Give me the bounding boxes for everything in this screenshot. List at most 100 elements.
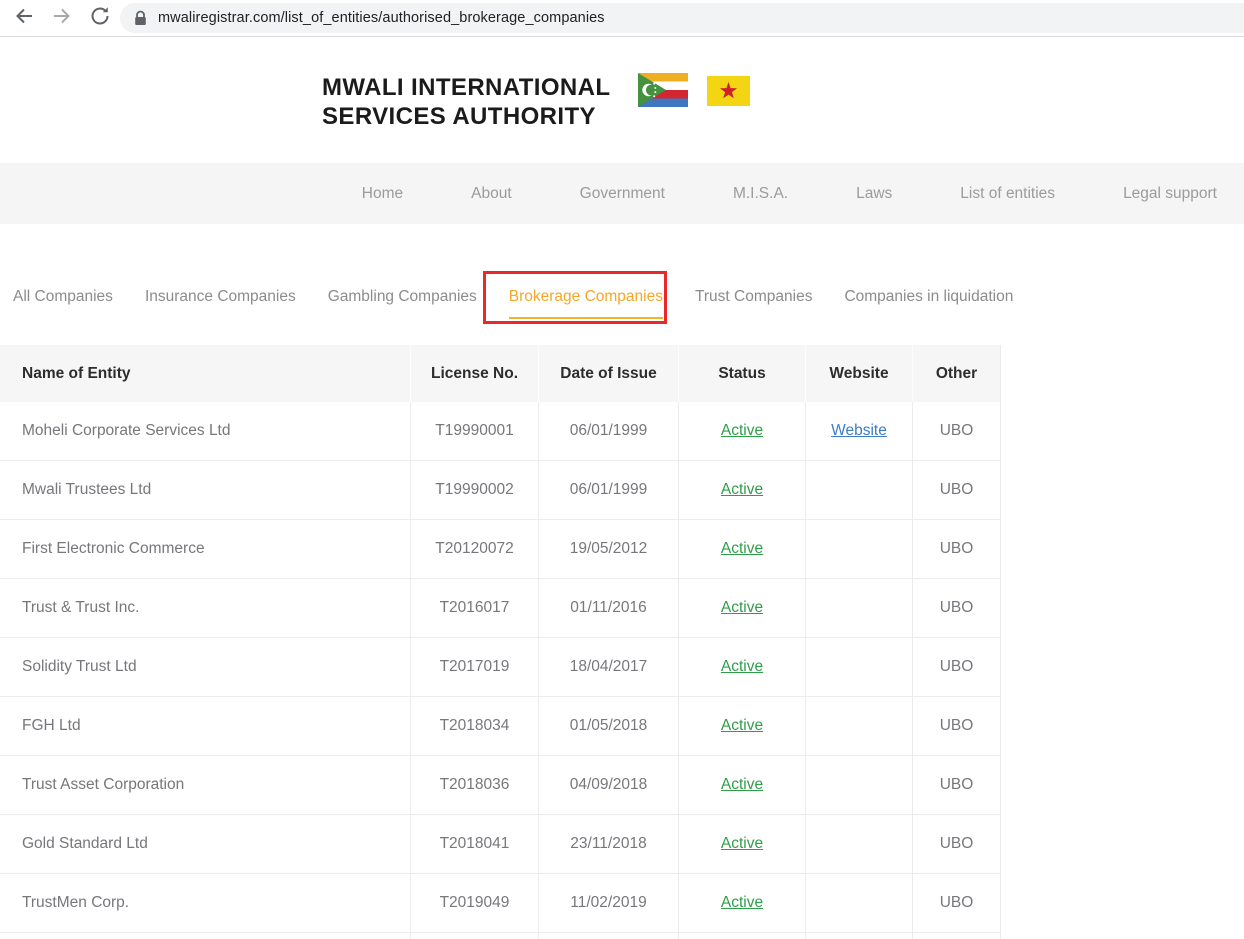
status-link[interactable]: Active: [721, 658, 763, 676]
comoros-flag: [638, 73, 688, 107]
site-title-line2: SERVICES AUTHORITY: [322, 102, 610, 131]
table-row: FGH Ltd T2018034 01/05/2018 Active UBO: [0, 697, 1000, 756]
entity-name: TrustMen Corp.: [0, 874, 410, 932]
website-empty: [805, 756, 912, 814]
status-link[interactable]: Active: [721, 540, 763, 558]
other-ubo: UBO: [912, 697, 1000, 755]
entity-name: Trust Asset Corporation: [0, 756, 410, 814]
tab-brokerage-companies[interactable]: Brokerage Companies: [499, 288, 673, 319]
date-of-issue: 23/11/2018: [538, 815, 678, 873]
website-empty: [805, 815, 912, 873]
license-no: T2016017: [410, 579, 538, 637]
nav-item-misa[interactable]: M.I.S.A.: [733, 185, 788, 203]
table-row: Trust & Trust Inc. T2016017 01/11/2016 A…: [0, 579, 1000, 638]
entities-table: Name of Entity License No. Date of Issue…: [0, 345, 1001, 939]
tab-all-companies[interactable]: All Companies: [3, 288, 123, 306]
license-no: T19990002: [410, 461, 538, 519]
date-of-issue: 18/04/2017: [538, 638, 678, 696]
other-ubo: UBO: [912, 402, 1000, 460]
date-of-issue: 01/05/2018: [538, 697, 678, 755]
entity-name: Solidity Trust Ltd: [0, 638, 410, 696]
license-no: T2018041: [410, 815, 538, 873]
active-tab-underline: [509, 317, 663, 319]
date-of-issue: 06/01/1999: [538, 461, 678, 519]
website-empty: [805, 638, 912, 696]
nav-item-laws[interactable]: Laws: [856, 185, 892, 203]
site-header: MWALI INTERNATIONAL SERVICES AUTHORITY: [0, 37, 1244, 163]
table-row: Gold Standard Ltd T2018041 23/11/2018 Ac…: [0, 815, 1000, 874]
col-header-date: Date of Issue: [538, 345, 678, 402]
table-row: First Electronic Commerce T20120072 19/0…: [0, 520, 1000, 579]
other-ubo: UBO: [912, 579, 1000, 637]
address-bar[interactable]: mwaliregistrar.com/list_of_entities/auth…: [120, 3, 1244, 33]
website-link[interactable]: Website: [831, 422, 887, 440]
license-no: T2018036: [410, 756, 538, 814]
website-empty: [805, 579, 912, 637]
status-link[interactable]: Active: [721, 835, 763, 853]
other-ubo: UBO: [912, 874, 1000, 932]
license-no: T19990001: [410, 402, 538, 460]
nav-item-about[interactable]: About: [471, 185, 512, 203]
entity-name: Gold Standard Ltd: [0, 815, 410, 873]
tab-trust-companies[interactable]: Trust Companies: [685, 288, 822, 306]
license-no: T2019049: [410, 874, 538, 932]
main-nav: Home About Government M.I.S.A. Laws List…: [0, 163, 1244, 224]
entity-name: Mwali Trustees Ltd: [0, 461, 410, 519]
table-row: Trust Asset Corporation T2018036 04/09/2…: [0, 756, 1000, 815]
col-header-other: Other: [912, 345, 1000, 402]
date-of-issue: 11/02/2019: [538, 874, 678, 932]
table-row-partial: [0, 933, 1000, 939]
other-ubo: UBO: [912, 756, 1000, 814]
tab-gambling-companies[interactable]: Gambling Companies: [318, 288, 487, 306]
forward-button[interactable]: [50, 6, 74, 30]
back-button[interactable]: [12, 6, 36, 30]
status-link[interactable]: Active: [721, 481, 763, 499]
entity-name: FGH Ltd: [0, 697, 410, 755]
reload-button[interactable]: [88, 6, 112, 30]
entity-name: Moheli Corporate Services Ltd: [0, 402, 410, 460]
browser-toolbar: mwaliregistrar.com/list_of_entities/auth…: [0, 0, 1244, 37]
license-no: T2018034: [410, 697, 538, 755]
table-row: Solidity Trust Ltd T2017019 18/04/2017 A…: [0, 638, 1000, 697]
col-header-license: License No.: [410, 345, 538, 402]
license-no: T2017019: [410, 638, 538, 696]
entity-name: Trust & Trust Inc.: [0, 579, 410, 637]
tabs-section: All Companies Insurance Companies Gambli…: [0, 224, 1244, 345]
nav-item-government[interactable]: Government: [580, 185, 665, 203]
other-ubo: UBO: [912, 815, 1000, 873]
table-header-row: Name of Entity License No. Date of Issue…: [0, 345, 1000, 402]
url-text[interactable]: mwaliregistrar.com/list_of_entities/auth…: [158, 10, 605, 26]
forward-arrow-icon: [51, 5, 73, 32]
status-link[interactable]: Active: [721, 894, 763, 912]
browser-nav-buttons: [0, 6, 120, 30]
date-of-issue: 19/05/2012: [538, 520, 678, 578]
back-arrow-icon: [13, 5, 35, 32]
nav-item-home[interactable]: Home: [362, 185, 403, 203]
entity-name: First Electronic Commerce: [0, 520, 410, 578]
nav-item-legal-support[interactable]: Legal support: [1123, 185, 1217, 203]
website-empty: [805, 697, 912, 755]
date-of-issue: 06/01/1999: [538, 402, 678, 460]
tab-insurance-companies[interactable]: Insurance Companies: [135, 288, 306, 306]
entity-category-tabs: All Companies Insurance Companies Gambli…: [0, 288, 1244, 319]
status-link[interactable]: Active: [721, 599, 763, 617]
table-row: Moheli Corporate Services Ltd T19990001 …: [0, 402, 1000, 461]
nav-item-list-of-entities[interactable]: List of entities: [960, 185, 1055, 203]
status-link[interactable]: Active: [721, 776, 763, 794]
col-header-status: Status: [678, 345, 805, 402]
site-title: MWALI INTERNATIONAL SERVICES AUTHORITY: [322, 73, 610, 131]
date-of-issue: 04/09/2018: [538, 756, 678, 814]
reload-icon: [89, 5, 111, 32]
website-empty: [805, 461, 912, 519]
other-ubo: UBO: [912, 638, 1000, 696]
other-ubo: UBO: [912, 520, 1000, 578]
status-link[interactable]: Active: [721, 422, 763, 440]
table-row: TrustMen Corp. T2019049 11/02/2019 Activ…: [0, 874, 1000, 933]
col-header-name: Name of Entity: [0, 345, 410, 402]
lock-icon: [133, 10, 148, 27]
status-link[interactable]: Active: [721, 717, 763, 735]
website-empty: [805, 874, 912, 932]
table-row: Mwali Trustees Ltd T19990002 06/01/1999 …: [0, 461, 1000, 520]
tab-companies-in-liquidation[interactable]: Companies in liquidation: [834, 288, 1023, 306]
license-no: T20120072: [410, 520, 538, 578]
